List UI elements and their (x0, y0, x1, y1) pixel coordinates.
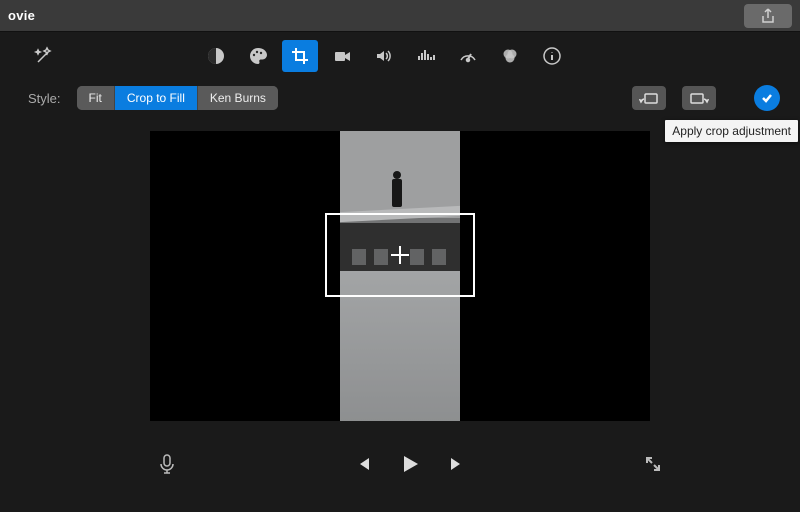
prev-frame-button[interactable] (354, 455, 372, 473)
next-frame-button[interactable] (448, 455, 466, 473)
enhance-button[interactable] (12, 45, 76, 67)
play-button[interactable] (398, 452, 422, 476)
viewer-area (0, 116, 800, 436)
play-icon (398, 452, 422, 476)
speed-icon (458, 46, 478, 66)
color-balance-button[interactable] (198, 40, 234, 72)
app-title: ovie (8, 8, 35, 23)
crop-handle-tl[interactable] (325, 213, 337, 225)
rotate-ccw-button[interactable] (632, 86, 666, 110)
share-icon (761, 8, 775, 24)
camera-icon (332, 46, 352, 66)
voiceover-button[interactable] (158, 453, 176, 475)
crop-icon (290, 46, 310, 66)
crop-rectangle[interactable] (325, 213, 475, 297)
filter-icon (500, 46, 520, 66)
title-bar: ovie (0, 0, 800, 32)
clip-info-button[interactable] (534, 40, 570, 72)
transport-bar (0, 436, 800, 492)
fullscreen-button[interactable] (644, 455, 662, 473)
style-option-ken-burns[interactable]: Ken Burns (198, 86, 278, 110)
apply-tooltip: Apply crop adjustment (665, 120, 798, 142)
skip-forward-icon (448, 455, 466, 473)
color-correction-button[interactable] (240, 40, 276, 72)
crop-style-row: Style: Fit Crop to Fill Ken Burns Apply … (0, 80, 800, 116)
clip-filter-button[interactable] (492, 40, 528, 72)
rotate-cw-icon (689, 91, 709, 105)
apply-crop-button[interactable] (754, 85, 780, 111)
style-segmented-control: Fit Crop to Fill Ken Burns (77, 86, 278, 110)
style-option-fit[interactable]: Fit (77, 86, 115, 110)
crop-handle-br[interactable] (463, 285, 475, 297)
adjust-toolbar (0, 32, 800, 80)
checkmark-icon (760, 91, 774, 105)
wand-icon (33, 45, 55, 67)
expand-icon (644, 455, 662, 473)
rotate-ccw-icon (639, 91, 659, 105)
info-icon (542, 46, 562, 66)
crop-center-cross (391, 246, 409, 264)
style-option-crop-to-fill[interactable]: Crop to Fill (115, 86, 198, 110)
stabilization-button[interactable] (324, 40, 360, 72)
style-label: Style: (28, 91, 61, 106)
balance-icon (206, 46, 226, 66)
volume-button[interactable] (366, 40, 402, 72)
volume-icon (374, 46, 394, 66)
noise-reduction-button[interactable] (408, 40, 444, 72)
skip-back-icon (354, 455, 372, 473)
palette-icon (248, 46, 268, 66)
preview-viewer[interactable] (150, 131, 650, 421)
microphone-icon (158, 453, 176, 475)
rotate-cw-button[interactable] (682, 86, 716, 110)
crop-handle-tr[interactable] (463, 213, 475, 225)
share-button[interactable] (744, 4, 792, 28)
eq-icon (416, 46, 436, 66)
crop-button[interactable] (282, 40, 318, 72)
crop-handle-bl[interactable] (325, 285, 337, 297)
speed-button[interactable] (450, 40, 486, 72)
